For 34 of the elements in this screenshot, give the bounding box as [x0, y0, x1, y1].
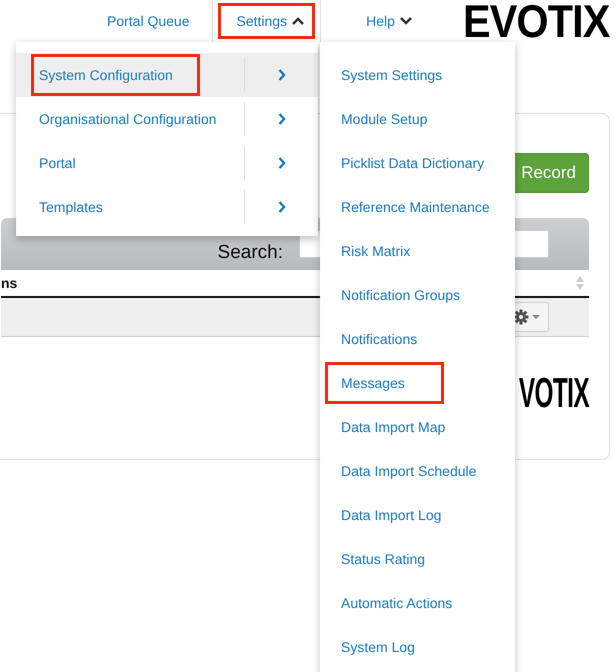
menu-item[interactable]: System Settings [325, 54, 482, 96]
menu-category[interactable]: Portal [16, 141, 318, 185]
menu-category[interactable]: System Configuration [16, 53, 318, 97]
menu-item[interactable]: Notification Groups [325, 274, 500, 316]
nav-link[interactable]: Portal Queue [101, 7, 196, 35]
menu-item[interactable]: Data Import Log [325, 494, 480, 536]
menu-category[interactable]: Organisational Configuration [16, 97, 318, 141]
caret-icon [532, 315, 540, 319]
menu-item[interactable]: Status Rating [325, 538, 464, 580]
chevron-down-icon [400, 17, 412, 25]
chevron-up-icon [292, 17, 304, 25]
menu-item[interactable]: Automatic Actions [325, 582, 492, 624]
menu-item[interactable]: Data Import Schedule [325, 450, 516, 492]
menu-item[interactable]: Data Import Map [325, 406, 484, 448]
menu-item[interactable]: Messages [325, 362, 444, 404]
chevron-right-icon [278, 113, 286, 125]
category-label: Organisational Configuration [38, 110, 218, 129]
menu-item[interactable]: Risk Matrix [325, 230, 450, 272]
category-label: Templates [38, 198, 104, 217]
menu-item[interactable]: Module Setup [325, 98, 466, 140]
category-label: Portal [38, 154, 77, 173]
column-header: ns [1, 275, 18, 291]
logo: EVOTIX [462, 1, 610, 41]
nav-dropdown[interactable]: Settings [218, 3, 316, 39]
chevron-right-icon [278, 69, 286, 81]
menu-item[interactable]: Notifications [325, 318, 456, 360]
logo: VOTIX [518, 371, 589, 415]
chevron-right-icon [278, 157, 286, 169]
search-label: Search: [218, 242, 283, 264]
menu-item[interactable]: System Log [325, 626, 454, 668]
nav-dropdown[interactable]: Help [347, 3, 423, 39]
menu-category[interactable]: Templates [16, 185, 318, 229]
chevron-right-icon [278, 201, 286, 213]
category-label: System Configuration [31, 54, 200, 96]
